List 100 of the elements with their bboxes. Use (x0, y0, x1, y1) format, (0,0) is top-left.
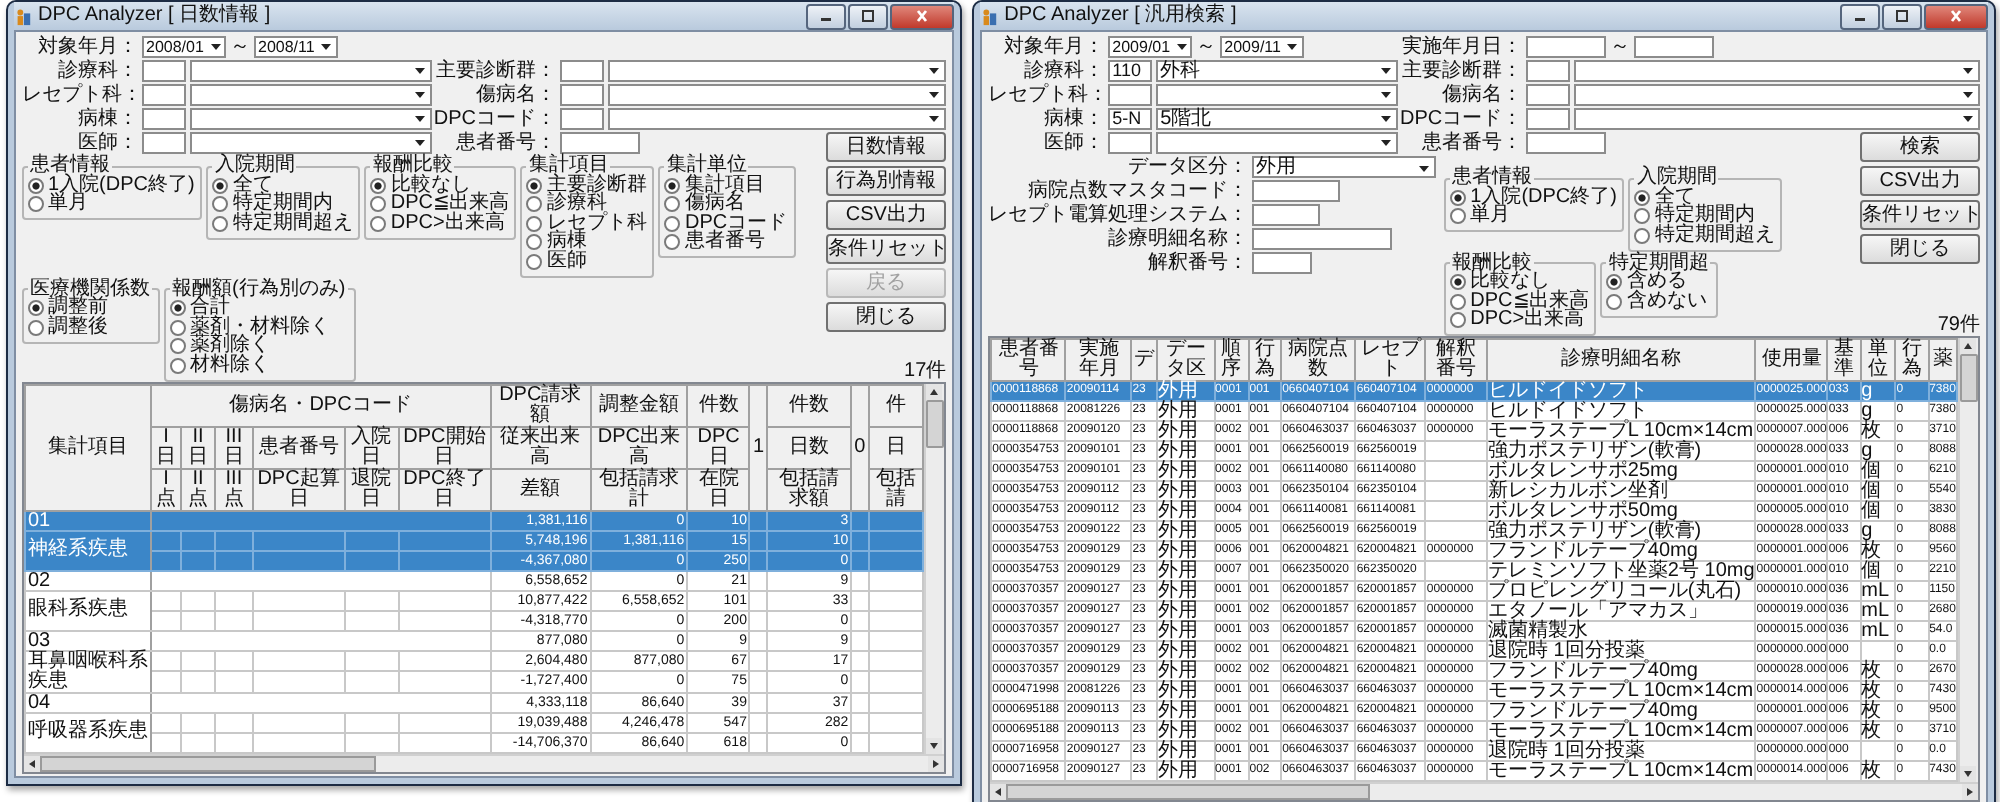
input-field[interactable] (1252, 180, 1341, 202)
vertical-scrollbar[interactable] (924, 383, 945, 753)
radio-button[interactable] (664, 215, 681, 232)
dropdown[interactable] (1574, 107, 1980, 129)
table-cell[interactable]: 01 (25, 510, 151, 530)
radio-button[interactable] (28, 319, 44, 336)
radio-button[interactable] (170, 300, 186, 317)
column-header[interactable]: 単位 (1860, 339, 1896, 381)
code-field[interactable] (142, 83, 186, 105)
action-button[interactable]: 検索 (1860, 132, 1980, 162)
action-button[interactable]: 条件リセット (1860, 200, 1980, 230)
minimize-button[interactable] (806, 3, 847, 29)
column-header[interactable]: 解釈番号 (1425, 339, 1487, 381)
close-button[interactable] (1924, 3, 1988, 29)
vertical-scrollbar[interactable] (1958, 338, 1978, 782)
column-header[interactable]: レセプト (1355, 339, 1426, 381)
code-field[interactable]: 5-N (1108, 107, 1153, 129)
left-arrow-icon[interactable] (990, 784, 1007, 800)
dropdown[interactable] (608, 83, 947, 105)
column-header[interactable]: 行為 (1248, 339, 1282, 381)
radio-button[interactable] (370, 215, 387, 232)
code-field[interactable] (1108, 83, 1153, 105)
maximize-button[interactable] (1882, 3, 1922, 29)
column-header[interactable]: 実施年月 (1065, 339, 1132, 381)
code-field[interactable] (142, 107, 186, 129)
radio-button[interactable] (526, 215, 543, 232)
code-field[interactable] (142, 59, 186, 81)
dropdown[interactable]: 外用 (1252, 156, 1437, 178)
action-button[interactable]: 閉じる (1860, 234, 1980, 264)
dropdown[interactable]: 5階北 (1156, 107, 1399, 129)
code-field[interactable] (1526, 83, 1571, 105)
date-dropdown[interactable]: 2008/11 (254, 35, 338, 57)
radio-button[interactable] (28, 177, 44, 194)
dropdown[interactable] (190, 131, 432, 153)
left-arrow-icon[interactable] (24, 755, 40, 771)
action-button[interactable]: CSV出力 (1860, 166, 1980, 196)
column-header[interactable]: 順序 (1214, 339, 1249, 381)
dropdown[interactable]: 外科 (1156, 59, 1399, 81)
down-arrow-icon[interactable] (926, 737, 943, 753)
dropdown[interactable] (608, 59, 947, 81)
radio-button[interactable] (170, 338, 186, 355)
column-header[interactable]: 病院点数 (1281, 339, 1356, 381)
radio-button[interactable] (212, 196, 229, 213)
radio-button[interactable] (664, 196, 681, 213)
radio-button[interactable] (1634, 189, 1651, 206)
date-dropdown[interactable]: 2009/01 (1108, 35, 1193, 57)
minimize-button[interactable] (1840, 3, 1880, 29)
action-button[interactable]: CSV出力 (826, 200, 947, 230)
table-cell[interactable]: 03 (25, 630, 151, 650)
dropdown[interactable] (190, 59, 432, 81)
date-dropdown[interactable]: 2008/01 (142, 35, 226, 57)
column-header[interactable]: 診療明細名称 (1486, 339, 1756, 381)
code-field[interactable] (560, 59, 604, 81)
radio-button[interactable] (1450, 189, 1467, 206)
radio-button[interactable] (28, 300, 44, 317)
radio-button[interactable] (664, 234, 681, 251)
horizontal-scrollbar[interactable] (990, 782, 1978, 800)
radio-button[interactable] (170, 357, 186, 374)
radio-button[interactable] (1450, 274, 1467, 291)
code-field[interactable] (1526, 59, 1571, 81)
radio-button[interactable] (1450, 293, 1467, 310)
dropdown[interactable] (190, 107, 432, 129)
code-field[interactable] (1526, 107, 1571, 129)
table-cell[interactable]: 呼吸器系疾患 (25, 712, 151, 752)
dropdown[interactable] (1156, 131, 1399, 153)
down-arrow-icon[interactable] (1960, 766, 1976, 782)
scrollbar-thumb[interactable] (40, 755, 377, 771)
radio-button[interactable] (212, 215, 229, 232)
code-field[interactable] (142, 131, 186, 153)
table-cell[interactable]: 耳鼻咽喉科系疾患 (25, 650, 151, 692)
column-header[interactable]: 患者番号 (991, 339, 1066, 381)
column-header[interactable]: 行為 (1895, 339, 1929, 381)
input-field[interactable] (1526, 131, 1607, 153)
radio-button[interactable] (1606, 274, 1623, 291)
radio-button[interactable] (28, 196, 44, 213)
input-field[interactable] (560, 131, 640, 153)
radio-button[interactable] (370, 196, 387, 213)
code-field[interactable]: 110 (1108, 59, 1153, 81)
table-cell[interactable]: 02 (25, 570, 151, 590)
close-button[interactable] (890, 3, 955, 29)
up-arrow-icon[interactable] (926, 383, 943, 399)
input-field[interactable] (1252, 228, 1393, 250)
dropdown[interactable] (1156, 83, 1399, 105)
code-field[interactable] (560, 83, 604, 105)
up-arrow-icon[interactable] (1960, 338, 1976, 354)
column-header[interactable]: データ区 (1157, 339, 1215, 381)
table-cell[interactable]: 04 (25, 692, 151, 712)
dropdown[interactable] (1574, 59, 1980, 81)
input-field[interactable] (1634, 35, 1715, 57)
radio-button[interactable] (212, 177, 229, 194)
radio-button[interactable] (1606, 293, 1623, 310)
radio-button[interactable] (526, 177, 543, 194)
scrollbar-thumb[interactable] (1960, 354, 1978, 402)
column-header[interactable]: 基準 (1827, 339, 1861, 381)
action-button[interactable]: 行為別情報 (826, 166, 947, 196)
table-cell[interactable]: 眼科系疾患 (25, 590, 151, 630)
radio-button[interactable] (526, 196, 543, 213)
action-button[interactable]: 閉じる (826, 302, 947, 332)
radio-button[interactable] (370, 177, 387, 194)
table-cell[interactable]: 神経系疾患 (25, 530, 151, 570)
